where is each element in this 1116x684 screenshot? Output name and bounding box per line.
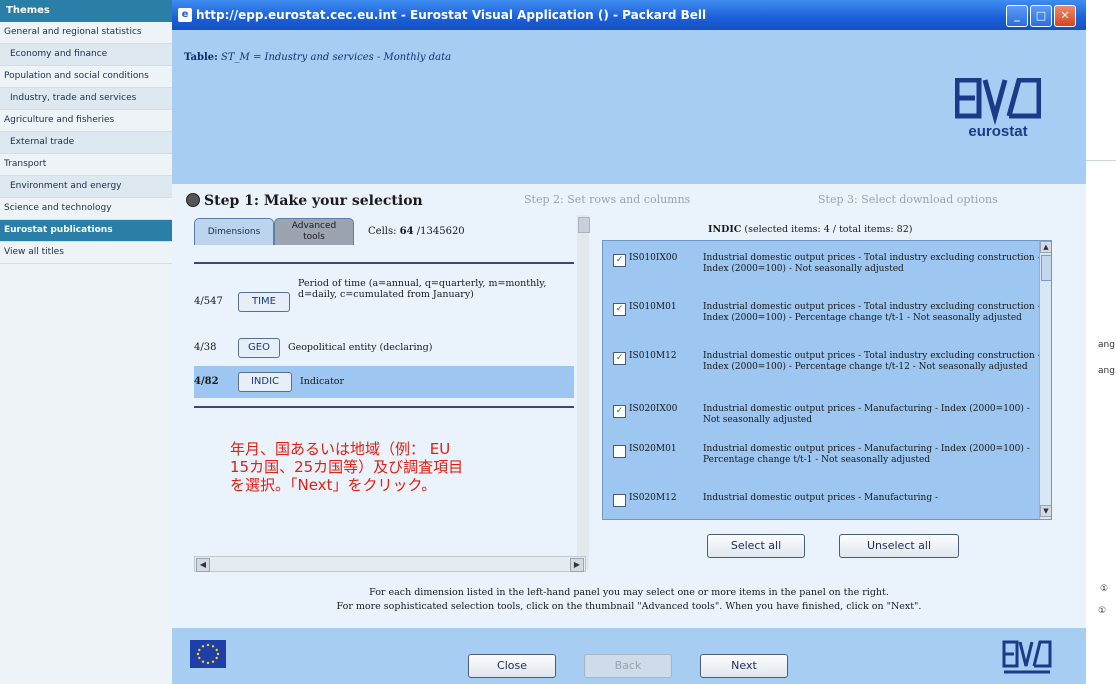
indic-panel-info: (selected items: 4 / total items: 82) xyxy=(741,224,913,235)
geo-dimension-button[interactable]: GEO xyxy=(238,338,280,358)
indicator-code: IS020IX00 xyxy=(629,404,678,414)
scroll-right-arrow-icon[interactable]: ▶ xyxy=(570,558,584,572)
scroll-left-arrow-icon[interactable]: ◀ xyxy=(196,558,210,572)
indicator-description: Industrial domestic output prices - Manu… xyxy=(703,493,939,503)
cells-selected: 64 xyxy=(399,226,414,237)
tab-advanced-line1: Advanced xyxy=(291,221,337,231)
scroll-down-arrow-icon[interactable]: ▼ xyxy=(1040,505,1051,517)
indicator-description: Industrial domestic output prices - Manu… xyxy=(703,444,1030,465)
indicator-code: IS020M12 xyxy=(629,493,677,503)
divider-top xyxy=(194,262,574,264)
sidebar-item[interactable]: Eurostat publications xyxy=(0,220,175,242)
window-title: http://epp.eurostat.cec.eu.int - Eurosta… xyxy=(196,8,707,22)
indicator-checkbox[interactable]: ✓ xyxy=(613,254,626,267)
tab-dimensions[interactable]: Dimensions xyxy=(194,218,274,245)
background-text-fragment: ① xyxy=(1100,584,1109,594)
background-text-fragment: ang xyxy=(1098,366,1115,376)
indicator-checkbox[interactable]: ✓ xyxy=(613,352,626,365)
indicator-checkbox[interactable]: ✓ xyxy=(613,405,626,418)
indicator-description: Industrial domestic output prices - Manu… xyxy=(703,404,1030,425)
indicator-checkbox[interactable] xyxy=(613,494,626,507)
indic-panel-header: INDIC (selected items: 4 / total items: … xyxy=(708,224,912,235)
left-panel-horizontal-scrollbar[interactable]: ◀ ▶ xyxy=(194,556,586,572)
cells-total: /1345620 xyxy=(413,226,465,237)
scroll-thumb[interactable] xyxy=(1041,255,1051,281)
select-all-button[interactable]: Select all xyxy=(707,534,805,558)
sidebar-item[interactable]: View all titles xyxy=(0,242,175,264)
cells-count: Cells: 64 /1345620 xyxy=(368,226,465,237)
dimension-row-geo[interactable]: 4/38 GEO Geopolitical entity (declaring) xyxy=(194,338,574,360)
table-label-prefix: Table: xyxy=(184,52,218,63)
dimension-description: Indicator xyxy=(300,376,345,387)
footer-line-1: For each dimension listed in the left-ha… xyxy=(369,587,889,598)
indic-dimension-button[interactable]: INDIC xyxy=(238,372,292,392)
close-button[interactable]: Close xyxy=(468,654,556,678)
indicator-list[interactable]: ✓ IS010IX00 Industrial domestic output pri… xyxy=(602,240,1052,520)
indicator-list-scrollbar[interactable]: ▲ ▼ xyxy=(1039,241,1051,519)
scroll-up-arrow-icon[interactable]: ▲ xyxy=(1040,241,1051,253)
dimension-count: 4/547 xyxy=(194,296,223,307)
background-text-fragment: ① xyxy=(1098,606,1107,616)
dimension-count: 4/82 xyxy=(194,376,219,387)
indicator-code: IS010IX00 xyxy=(629,253,678,263)
background-text-fragment: ang xyxy=(1098,340,1115,350)
indicator-code: IS010M12 xyxy=(629,351,677,361)
sidebar-item[interactable]: Science and technology xyxy=(0,198,175,220)
indicator-code: IS020M01 xyxy=(629,444,677,454)
tab-advanced-tools[interactable]: Advanced tools xyxy=(274,218,354,245)
dimension-description: Period of time (a=annual, q=quarterly, m… xyxy=(298,278,547,300)
themes-sidebar: Themes General and regional statistics Ec… xyxy=(0,0,176,684)
divider-bottom xyxy=(194,406,574,408)
cells-prefix: Cells: xyxy=(368,226,400,237)
japanese-instruction-note: 年月、国あるいは地域（例： EU 15カ国、25カ国等）及び調査項目を選択。「N… xyxy=(230,440,464,494)
time-dimension-button[interactable]: TIME xyxy=(238,292,290,312)
step1-label: Step 1: Make your selection xyxy=(204,193,423,209)
sidebar-item[interactable]: Industry, trade and services xyxy=(0,88,175,110)
left-panel-vertical-scrollbar[interactable] xyxy=(577,215,590,570)
unselect-all-button[interactable]: Unselect all xyxy=(839,534,959,558)
table-code: ST_M xyxy=(221,52,250,63)
sidebar-item[interactable]: General and regional statistics xyxy=(0,22,175,44)
indicator-checkbox[interactable] xyxy=(613,445,626,458)
indicator-description: Industrial domestic output prices - Tota… xyxy=(703,253,1041,274)
window-titlebar[interactable]: e http://epp.eurostat.cec.eu.int - Euros… xyxy=(172,0,1086,30)
dimension-description: Geopolitical entity (declaring) xyxy=(288,342,433,353)
sidebar-item[interactable]: Environment and energy xyxy=(0,176,175,198)
tab-advanced-line2: tools xyxy=(303,232,325,242)
eurostat-logo: eurostat xyxy=(955,78,1041,140)
next-button[interactable]: Next xyxy=(700,654,788,678)
ie-page-icon: e xyxy=(178,8,192,22)
table-description: = Industry and services - Monthly data xyxy=(249,52,452,63)
step1-bullet-icon xyxy=(186,193,200,207)
eu-flag-icon xyxy=(190,640,226,668)
sidebar-item[interactable]: Transport xyxy=(0,154,175,176)
scroll-thumb[interactable] xyxy=(578,217,590,233)
indic-panel-title: INDIC xyxy=(708,224,742,235)
eurostat-popup-window: e http://epp.eurostat.cec.eu.int - Euros… xyxy=(172,0,1086,684)
eurostat-logo-small xyxy=(1002,640,1052,674)
indicator-code: IS010M01 xyxy=(629,302,677,312)
footer-line-2: For more sophisticated selection tools, … xyxy=(336,601,922,612)
footer-instructions: For each dimension listed in the left-ha… xyxy=(172,586,1086,614)
sidebar-item[interactable]: External trade xyxy=(0,132,175,154)
maximize-button[interactable]: □ xyxy=(1030,5,1052,27)
sidebar-item[interactable]: Economy and finance xyxy=(0,44,175,66)
dimension-row-time[interactable]: 4/547 TIME Period of time (a=annual, q=q… xyxy=(194,278,574,328)
window-close-button[interactable]: ✕ xyxy=(1054,5,1076,27)
step2-label[interactable]: Step 2: Set rows and columns xyxy=(524,193,690,206)
minimize-button[interactable]: _ xyxy=(1006,5,1028,27)
sidebar-item[interactable]: Population and social conditions xyxy=(0,66,175,88)
step3-label[interactable]: Step 3: Select download options xyxy=(818,193,998,206)
indicator-description: Industrial domestic output prices - Tota… xyxy=(703,302,1041,323)
dimension-row-indic[interactable]: 4/82 INDIC Indicator xyxy=(194,372,574,394)
logo-text: eurostat xyxy=(968,123,1027,140)
table-label: Table: ST_M = Industry and services - Mo… xyxy=(184,52,451,63)
indicator-checkbox[interactable]: ✓ xyxy=(613,303,626,316)
back-button[interactable]: Back xyxy=(584,654,672,678)
themes-header: Themes xyxy=(0,0,175,22)
sidebar-item[interactable]: Agriculture and fisheries xyxy=(0,110,175,132)
dimension-count: 4/38 xyxy=(194,342,217,353)
indicator-description: Industrial domestic output prices - Tota… xyxy=(703,351,1041,372)
